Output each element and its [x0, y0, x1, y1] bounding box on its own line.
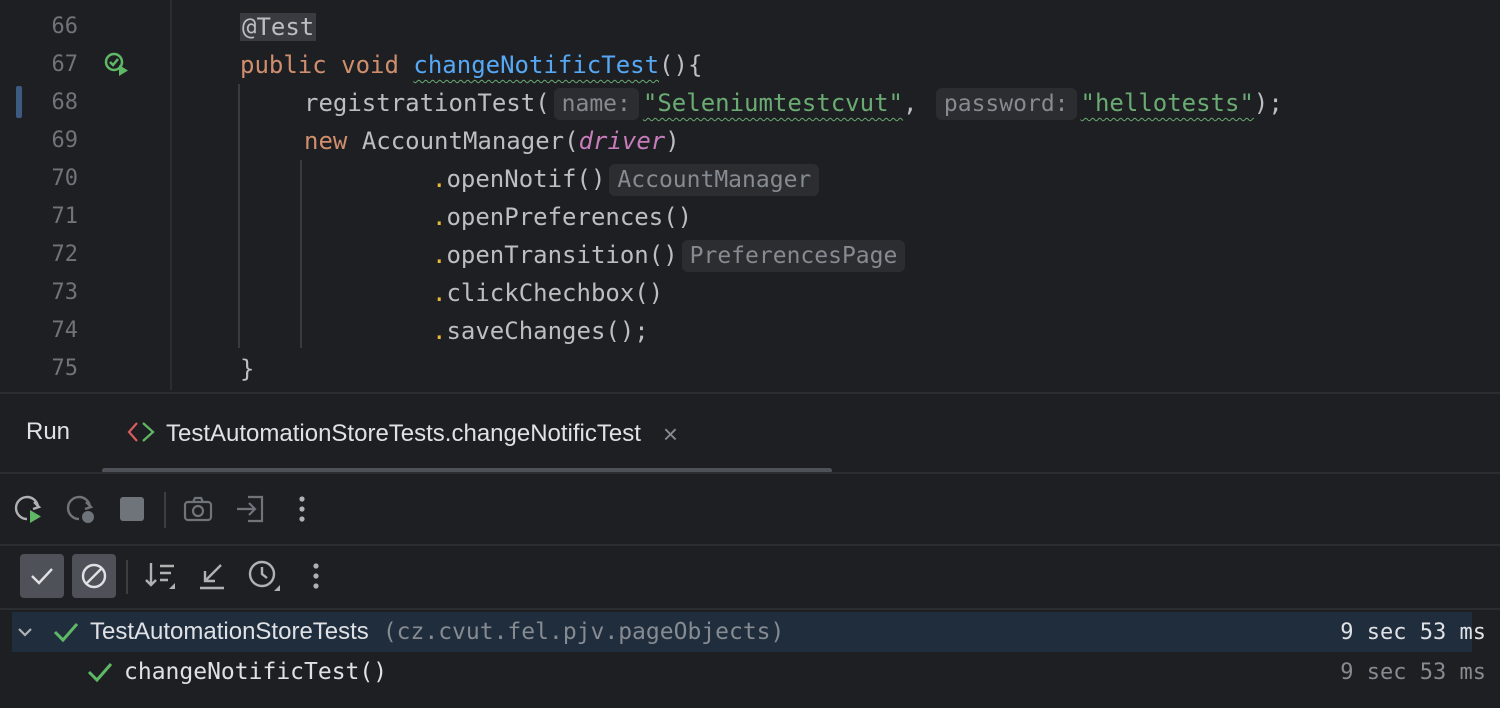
run-test-gutter-icon[interactable] — [104, 52, 130, 78]
method-call: registrationTest( — [304, 89, 550, 117]
line-number: 66 — [0, 8, 170, 46]
test-suite-name: TestAutomationStoreTests — [90, 618, 369, 645]
test-case-row[interactable]: changeNotificTest() 9 sec 53 ms — [12, 652, 1486, 692]
chevron-down-icon[interactable] — [16, 623, 40, 641]
line-number-text: 68 — [51, 90, 79, 115]
line-number-text: 72 — [51, 242, 79, 267]
line-number-text: 66 — [51, 14, 79, 39]
toolbar-separator — [126, 560, 128, 594]
test-results-toolbar — [0, 546, 1500, 608]
test-suite-row[interactable]: TestAutomationStoreTests (cz.cvut.fel.pj… — [12, 612, 1486, 652]
punctuation: } — [240, 355, 255, 383]
collapse-icon[interactable] — [194, 558, 230, 594]
code-line-71: .openPreferences() — [432, 198, 692, 236]
show-ignored-icon[interactable] — [72, 554, 116, 598]
code-line-73: .clickChechbox() — [432, 274, 663, 312]
type-hint: AccountManager — [609, 164, 820, 196]
field-reference: driver — [578, 127, 666, 155]
code-editor[interactable]: 66 67 68 69 70 71 72 73 74 75 @Test publ… — [0, 0, 1500, 390]
line-number: 67 — [0, 46, 170, 84]
line-number: 71 — [0, 198, 170, 236]
screenshot-icon[interactable] — [180, 491, 216, 527]
line-number: 69 — [0, 122, 170, 160]
history-icon[interactable] — [246, 558, 282, 594]
code-line-66: @Test — [240, 8, 317, 46]
export-icon[interactable] — [232, 491, 268, 527]
test-suite-package: (cz.cvut.fel.pjv.pageObjects) — [382, 619, 785, 645]
string-literal: "hellotests" — [1080, 89, 1254, 117]
indent-guide — [300, 160, 302, 348]
class-name: AccountManager( — [361, 127, 579, 155]
sort-icon[interactable] — [142, 558, 178, 594]
gutter-separator — [170, 0, 172, 390]
chain-dot: . — [432, 279, 447, 307]
line-number-text: 70 — [51, 166, 79, 191]
rerun-icon[interactable] — [10, 491, 46, 527]
toolbar-separator — [164, 492, 166, 528]
keyword: public — [240, 51, 327, 79]
test-config-icon — [126, 420, 156, 449]
line-number-text: 73 — [51, 280, 79, 305]
parameter-hint: name: — [553, 88, 639, 120]
punctuation: , — [902, 89, 918, 117]
more-icon[interactable] — [284, 491, 320, 527]
code-line-68: registrationTest(name: "Seleniumtestcvut"… — [304, 84, 1283, 122]
test-results-tree: TestAutomationStoreTests (cz.cvut.fel.pj… — [0, 610, 1500, 708]
test-case-name: changeNotificTest() — [124, 659, 388, 685]
parameter-hint: password: — [935, 88, 1077, 120]
line-number: 68 — [0, 84, 170, 122]
code-line-67: public void changeNotificTest(){ — [240, 46, 702, 84]
code-line-74: .saveChanges(); — [432, 312, 649, 350]
type-hint: PreferencesPage — [681, 240, 906, 272]
passed-icon — [86, 660, 114, 684]
method-call: openPreferences() — [446, 203, 693, 231]
show-passed-icon[interactable] — [20, 554, 64, 598]
annotation: @Test — [240, 13, 317, 41]
code-line-70: .openNotif() AccountManager — [432, 160, 823, 198]
line-number-text: 74 — [51, 318, 79, 343]
punctuation: (){ — [659, 51, 703, 79]
chain-dot: . — [432, 203, 447, 231]
line-number: 73 — [0, 274, 170, 312]
chain-dot: . — [432, 165, 447, 193]
method-name: changeNotificTest — [413, 51, 660, 79]
close-icon[interactable]: × — [663, 419, 678, 450]
string-literal: "Seleniumtestcvut" — [642, 89, 903, 117]
run-panel-title: Run — [26, 418, 71, 445]
test-duration: 9 sec 53 ms — [1340, 619, 1486, 645]
line-number-text: 69 — [51, 128, 79, 153]
code-line-75: } — [240, 350, 254, 388]
code-line-72: .openTransition() PreferencesPage — [432, 236, 909, 274]
stop-icon[interactable] — [114, 491, 150, 527]
test-duration: 9 sec 53 ms — [1340, 659, 1486, 685]
tab-run-configuration[interactable]: TestAutomationStoreTests.changeNotificTe… — [126, 414, 678, 454]
punctuation: ) — [665, 127, 680, 155]
keyword: void — [341, 51, 399, 79]
tab-label: TestAutomationStoreTests.changeNotificTe… — [166, 420, 641, 447]
passed-icon — [52, 620, 80, 644]
run-toolbar — [0, 474, 1500, 544]
chain-dot: . — [432, 241, 447, 269]
line-number: 75 — [0, 350, 170, 388]
line-number: 72 — [0, 236, 170, 274]
indent-guide — [238, 84, 240, 348]
line-number-text: 71 — [51, 204, 79, 229]
line-number-text: 75 — [51, 356, 79, 381]
line-number-text: 67 — [51, 52, 79, 77]
method-call: openNotif() — [446, 165, 606, 193]
method-call: openTransition() — [446, 241, 678, 269]
line-number: 70 — [0, 160, 170, 198]
line-number: 74 — [0, 312, 170, 350]
run-tool-window-header: Run TestAutomationStoreTests.changeNotif… — [0, 392, 1500, 474]
punctuation: ); — [1253, 89, 1283, 117]
more-icon[interactable] — [298, 558, 334, 594]
chain-dot: . — [432, 317, 447, 345]
method-call: clickChechbox() — [446, 279, 664, 307]
keyword: new — [304, 127, 348, 155]
method-call: saveChanges(); — [446, 317, 649, 345]
rerun-failed-icon[interactable] — [62, 491, 98, 527]
code-line-69: new AccountManager(driver) — [304, 122, 680, 160]
change-marker — [16, 86, 22, 118]
